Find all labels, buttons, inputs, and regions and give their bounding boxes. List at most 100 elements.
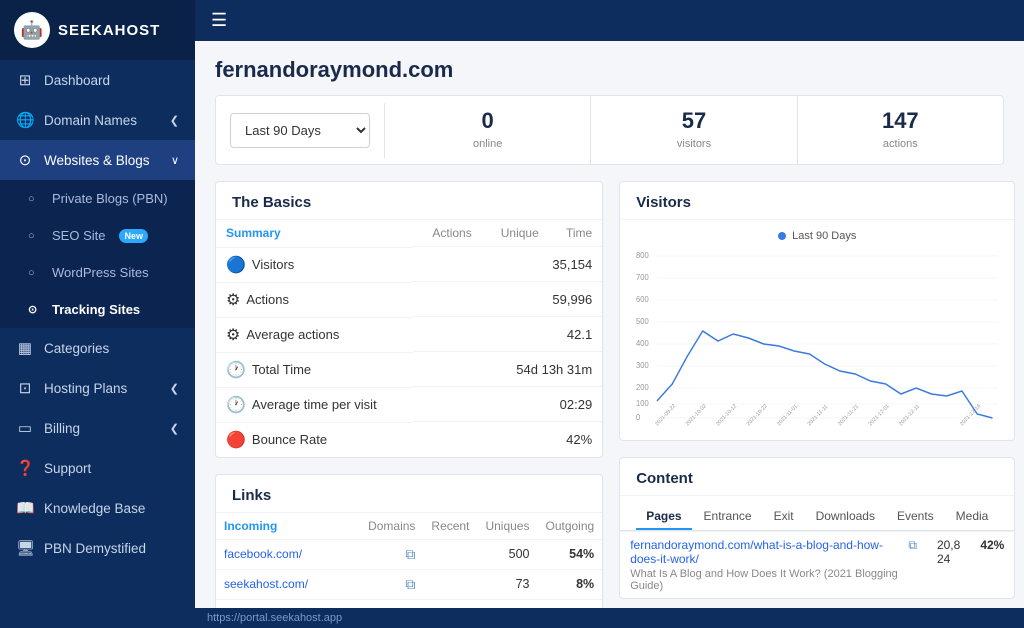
svg-text:200: 200 [636,383,649,392]
table-row: 🔴 Bounce Rate 42% [216,422,602,457]
link-recent-facebook [423,539,477,569]
tab-events[interactable]: Events [887,504,944,530]
basics-label-avg-actions: ⚙ Average actions [216,317,413,352]
tab-media[interactable]: Media [946,504,999,530]
links-col-outgoing[interactable]: Outgoing [537,513,602,540]
svg-text:2021-09-22: 2021-09-22 [654,403,677,426]
basics-label-avg-time: 🕐 Average time per visit [216,387,413,422]
svg-text:700: 700 [636,273,649,282]
tab-pages[interactable]: Pages [636,504,691,530]
links-col-domains[interactable]: Domains [360,513,423,540]
chevron-down-icon: ∨ [171,154,179,167]
stat-visitors: 57 visitors [591,96,797,164]
table-row: youtube.com/ ⧉ 68 7% [216,599,602,608]
date-range-dropdown-container: Last 7 DaysLast 30 DaysLast 90 DaysThis … [216,103,385,158]
sidebar-item-tracking-sites[interactable]: ⊙ Tracking Sites [0,291,195,328]
basics-value-avg-actions: 42.1 [413,317,602,352]
stat-actions-label: actions [883,138,918,150]
content-url-link[interactable]: fernandoraymond.com/what-is-a-blog-and-h… [630,538,904,566]
hamburger-icon[interactable]: ☰ [211,10,227,31]
table-row: ⚙ Average actions 42.1 [216,317,602,352]
hosting-icon: ⊡ [16,379,34,397]
tab-exit[interactable]: Exit [764,504,804,530]
svg-text:2021-12-11: 2021-12-11 [898,404,921,426]
chart-legend: Last 90 Days [636,230,998,242]
stat-online: 0 online [385,96,591,164]
basics-col-time[interactable]: Time [549,220,602,247]
date-range-select[interactable]: Last 7 DaysLast 30 DaysLast 90 DaysThis … [230,113,370,148]
stat-actions-value: 147 [806,108,995,134]
basics-col-unique[interactable]: Unique [482,220,549,247]
sidebar-item-label: Tracking Sites [52,302,140,317]
sidebar-item-wordpress-sites[interactable]: ○ WordPress Sites [0,254,195,291]
content-link-cell: fernandoraymond.com/what-is-a-blog-and-h… [630,538,917,566]
svg-text:400: 400 [636,339,649,348]
link-domains-youtube: ⧉ [360,599,423,608]
link-uniques-seekahost: 73 [477,569,537,599]
sidebar-item-label: Hosting Plans [44,381,127,396]
link-url-youtube[interactable]: youtube.com/ [216,599,360,608]
status-bar: https://portal.seekahost.app [195,608,1024,628]
basics-label-visitors: 🔵 Visitors [216,247,413,282]
content-area: fernandoraymond.com Last 7 DaysLast 30 D… [195,41,1024,608]
link-url-facebook[interactable]: facebook.com/ [216,539,360,569]
links-col-uniques[interactable]: Uniques [477,513,537,540]
links-col-recent[interactable]: Recent [423,513,477,540]
table-row: ⚙ Actions 59,996 [216,282,602,317]
sidebar-item-label: Billing [44,421,80,436]
link-uniques-youtube: 68 [477,599,537,608]
sidebar-item-support[interactable]: ❓ Support [0,448,195,488]
status-url: https://portal.seekahost.app [207,612,342,624]
tab-entrance[interactable]: Entrance [694,504,762,530]
svg-text:2021-12-01: 2021-12-01 [868,403,891,426]
svg-text:2021-10-22: 2021-10-22 [746,403,769,426]
sidebar-item-label: SEO Site [52,228,105,243]
content-table: fernandoraymond.com/what-is-a-blog-and-h… [620,531,1014,598]
chevron-icon: ❮ [170,114,179,127]
sidebar-item-label: Knowledge Base [44,501,145,516]
stat-online-label: online [473,138,502,150]
stat-visitors-value: 57 [599,108,788,134]
sidebar-item-billing[interactable]: ▭ Billing ❮ [0,408,195,448]
sidebar-item-domain-names[interactable]: 🌐 Domain Names ❮ [0,100,195,140]
visitors-section: Visitors Last 90 Days 800 700 600 [619,181,1015,441]
sidebar-item-websites-blogs[interactable]: ⊙ Websites & Blogs ∨ [0,140,195,180]
table-row: facebook.com/ ⧉ 500 54% [216,539,602,569]
external-link-icon: ⧉ [405,546,415,562]
svg-text:2021-11-01: 2021-11-01 [776,404,799,426]
svg-text:600: 600 [636,295,649,304]
dashboard-icon: ⊞ [16,71,34,89]
sidebar-item-hosting-plans[interactable]: ⊡ Hosting Plans ❮ [0,368,195,408]
content-sub-text: What Is A Blog and How Does It Work? (20… [630,568,917,592]
left-column: The Basics Summary Actions Unique Time [215,181,603,608]
sidebar-item-pbn-demystified[interactable]: 🖥 PBN Demystified [0,528,195,568]
svg-text:100: 100 [636,399,649,408]
tab-downloads[interactable]: Downloads [806,504,885,530]
link-url-seekahost[interactable]: seekahost.com/ [216,569,360,599]
content-section: Content Pages Entrance Exit Downloads Ev… [619,457,1015,599]
content-url-cell[interactable]: fernandoraymond.com/what-is-a-blog-and-h… [620,532,927,599]
sidebar-item-seo-site[interactable]: ○ SEO Site New [0,217,195,254]
sidebar-item-knowledge-base[interactable]: 📖 Knowledge Base [0,488,195,528]
sidebar-item-categories[interactable]: ▦ Categories [0,328,195,368]
sidebar-item-dashboard[interactable]: ⊞ Dashboard [0,60,195,100]
basics-table: Summary Actions Unique Time 🔵 Visitors [216,220,602,457]
link-outgoing-facebook: 54% [537,539,602,569]
basics-col-summary[interactable]: Summary [216,220,413,247]
support-icon: ❓ [16,459,34,477]
links-table: Incoming Domains Recent Uniques Outgoing… [216,513,602,609]
bounce-icon: 🔴 [226,430,246,450]
svg-text:800: 800 [636,251,649,260]
basics-col-actions[interactable]: Actions [413,220,482,247]
table-row: fernandoraymond.com/what-is-a-blog-and-h… [620,532,1014,599]
clock-icon: 🕐 [226,360,246,380]
sub-filled-circle-icon: ⊙ [28,303,42,316]
sidebar-item-private-blogs[interactable]: ○ Private Blogs (PBN) [0,180,195,217]
basics-value-bounce: 42% [413,422,602,457]
stat-online-value: 0 [393,108,582,134]
links-col-incoming[interactable]: Incoming [216,513,360,540]
sidebar-item-label: Support [44,461,91,476]
sidebar-item-label: Dashboard [44,73,110,88]
chevron-icon: ❮ [170,422,179,435]
sidebar-item-label: Categories [44,341,109,356]
